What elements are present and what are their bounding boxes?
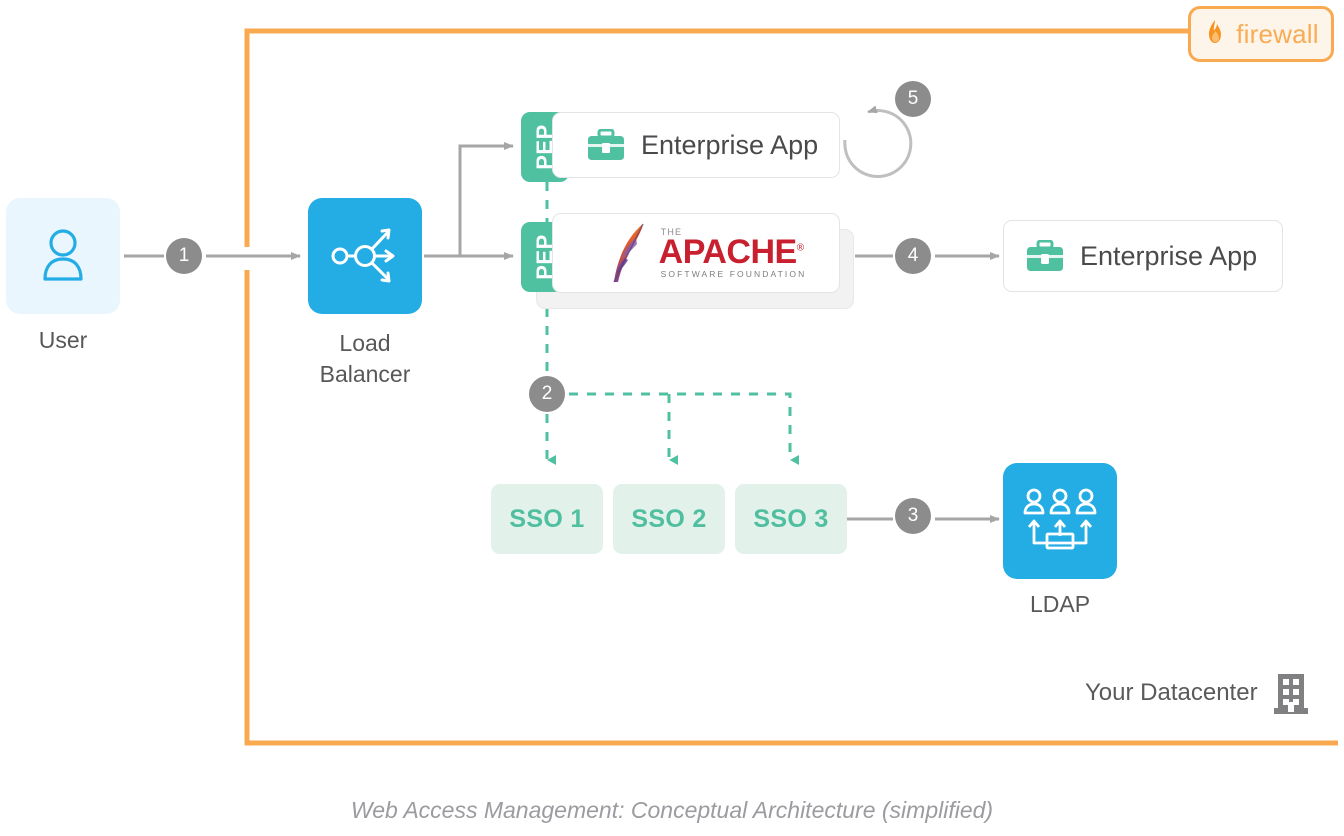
ldap-label: LDAP (1029, 591, 1091, 617)
ldap-directory-icon (1023, 488, 1097, 550)
step-number: 3 (907, 505, 919, 526)
load-balancer-icon (331, 228, 395, 283)
wire-lb-to-peps (424, 142, 514, 260)
enterprise-app-right-card[interactable]: Enterprise App (1003, 220, 1283, 292)
firewall-label: firewall (1236, 18, 1319, 49)
briefcase-icon (588, 128, 624, 160)
step-badge-5: 5 (895, 81, 931, 117)
wire-enterprise-app-loop (843, 105, 913, 178)
firewall-badge: firewall (1188, 6, 1334, 62)
datacenter-legend: Your Datacenter (1085, 672, 1308, 714)
user-icon (43, 229, 83, 281)
apache-logo: THE APACHE® SOFTWARE FOUNDATION (612, 222, 807, 284)
sso-3-label: SSO 3 (753, 504, 829, 533)
apache-feather-icon (612, 223, 644, 283)
enterprise-app-top-card[interactable]: Enterprise App (552, 112, 840, 178)
step-number: 5 (907, 88, 919, 109)
apache-card[interactable]: THE APACHE® SOFTWARE FOUNDATION (552, 213, 840, 293)
user-label: User (38, 327, 88, 353)
apache-tm: ® (796, 242, 804, 254)
load-balancer-label: Load Balancer (300, 328, 430, 389)
enterprise-app-right-label: Enterprise App (1080, 240, 1258, 271)
step-badge-3: 3 (895, 498, 931, 534)
step-number: 4 (907, 245, 919, 266)
load-balancer-label-line2: Balancer (319, 360, 411, 387)
diagram-canvas: firewall User Load Balancer PEP Enterpri… (0, 0, 1344, 836)
ldap-node[interactable] (1003, 463, 1117, 579)
datacenter-label: Your Datacenter (1085, 679, 1258, 706)
briefcase-icon (1027, 239, 1063, 271)
apache-main-text: APACHE® (659, 235, 807, 269)
flame-icon (1209, 20, 1222, 43)
step-number: 1 (178, 245, 190, 266)
load-balancer-node[interactable] (308, 198, 422, 314)
step-badge-1: 1 (166, 238, 202, 274)
user-node[interactable] (6, 198, 120, 314)
sso-2-label: SSO 2 (631, 504, 707, 533)
load-balancer-label-line1: Load (339, 330, 391, 356)
sso-3-node[interactable]: SSO 3 (735, 484, 847, 554)
step-badge-4: 4 (895, 238, 931, 274)
building-icon (1273, 674, 1308, 714)
apache-sub-text: SOFTWARE FOUNDATION (660, 268, 807, 279)
step-number: 2 (541, 383, 553, 404)
step-badge-2: 2 (529, 376, 565, 412)
sso-1-node[interactable]: SSO 1 (491, 484, 603, 554)
enterprise-app-top-label: Enterprise App (641, 129, 819, 160)
apache-wordmark: APACHE (658, 232, 798, 271)
sso-2-node[interactable]: SSO 2 (613, 484, 725, 554)
diagram-caption: Web Access Management: Conceptual Archit… (350, 797, 994, 823)
sso-1-label: SSO 1 (509, 504, 585, 533)
